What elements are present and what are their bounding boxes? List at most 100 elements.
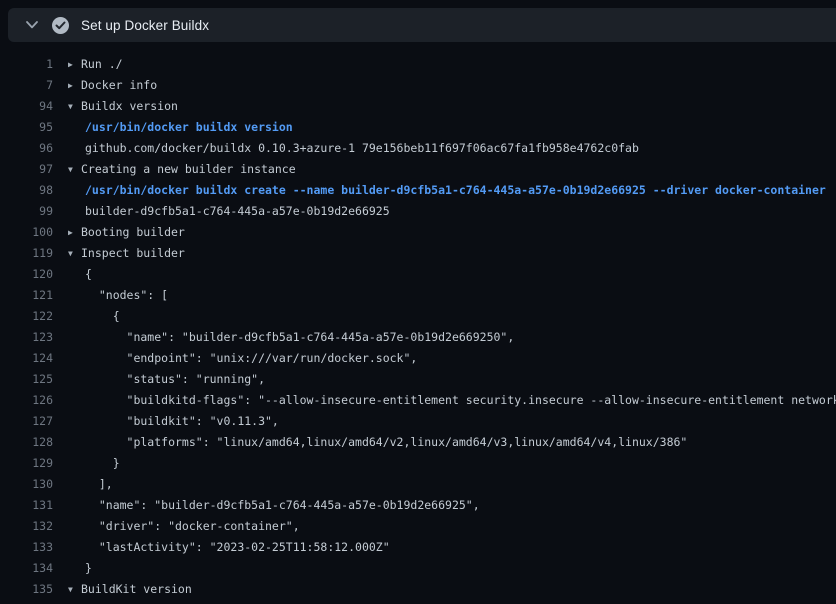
log-line: 121 "nodes": [ (0, 285, 836, 306)
triangle-down-icon: ▼ (68, 159, 81, 180)
log-line-content: "buildkitd-flags": "--allow-insecure-ent… (68, 390, 836, 411)
line-number[interactable]: 121 (0, 285, 53, 306)
line-text: "endpoint": "unix:///var/run/docker.sock… (68, 348, 417, 369)
log-line: 133 "lastActivity": "2023-02-25T11:58:12… (0, 537, 836, 558)
log-group-toggle[interactable]: ▶Booting builder (68, 222, 836, 243)
log-group-toggle[interactable]: ▼Buildx version (68, 96, 836, 117)
log-group-toggle[interactable]: ▶Docker info (68, 75, 836, 96)
log-line: 136 builder-d9cfb5a1-c764-445a-a57e-0b19d… (0, 600, 836, 604)
line-number[interactable]: 129 (0, 453, 53, 474)
line-text: "driver": "docker-container", (68, 516, 300, 537)
log-group-toggle[interactable]: ▼BuildKit version (68, 579, 836, 600)
triangle-down-icon: ▼ (68, 579, 81, 600)
log-line: 127 "buildkit": "v0.11.3", (0, 411, 836, 432)
log-line: 131 "name": "builder-d9cfb5a1-c764-445a-… (0, 495, 836, 516)
line-text: Creating a new builder instance (81, 162, 296, 176)
line-number[interactable]: 1 (0, 54, 53, 75)
log-lines: 1▶Run ./7▶Docker info94▼Buildx version95… (0, 42, 836, 604)
line-text: Docker info (81, 78, 157, 92)
triangle-down-icon: ▼ (68, 243, 81, 264)
log-line: 126 "buildkitd-flags": "--allow-insecure… (0, 390, 836, 411)
line-text: builder-d9cfb5a1-c764-445a-a57e-0b19d2e6… (68, 201, 390, 222)
log-line: 132 "driver": "docker-container", (0, 516, 836, 537)
line-text: ], (68, 474, 113, 495)
line-number[interactable]: 99 (0, 201, 53, 222)
line-number[interactable]: 126 (0, 390, 53, 411)
log-line: 128 "platforms": "linux/amd64,linux/amd6… (0, 432, 836, 453)
line-number[interactable]: 125 (0, 369, 53, 390)
line-text: } (68, 453, 120, 474)
line-text: "name": "builder-d9cfb5a1-c764-445a-a57e… (68, 327, 514, 348)
log-group-toggle[interactable]: ▼Creating a new builder instance (68, 159, 836, 180)
log-line: 124 "endpoint": "unix:///var/run/docker.… (0, 348, 836, 369)
line-number[interactable]: 98 (0, 180, 53, 201)
log-line: 98/usr/bin/docker buildx create --name b… (0, 180, 836, 201)
log-line-content: "status": "running", (68, 369, 836, 390)
log-line-content: "platforms": "linux/amd64,linux/amd64/v2… (68, 432, 836, 453)
line-number[interactable]: 132 (0, 516, 53, 537)
log-line: 94 ▼Buildx version (0, 96, 836, 117)
log-line-content: "nodes": [ (68, 285, 836, 306)
log-line-content: ], (68, 474, 836, 495)
triangle-down-icon: ▼ (68, 96, 81, 117)
line-number[interactable]: 123 (0, 327, 53, 348)
line-text: /usr/bin/docker buildx create --name bui… (68, 180, 826, 201)
line-number[interactable]: 97 (0, 159, 53, 180)
log-line: 135 ▼BuildKit version (0, 579, 836, 600)
line-text: "nodes": [ (68, 285, 168, 306)
log-line: 120 { (0, 264, 836, 285)
line-text: "lastActivity": "2023-02-25T11:58:12.000… (68, 537, 390, 558)
line-number[interactable]: 131 (0, 495, 53, 516)
line-text: Buildx version (81, 99, 178, 113)
log-line-content: "endpoint": "unix:///var/run/docker.sock… (68, 348, 836, 369)
log-line: 134} (0, 558, 836, 579)
log-line: 1 ▶Run ./ (0, 54, 836, 75)
line-text: } (68, 558, 92, 579)
line-number[interactable]: 133 (0, 537, 53, 558)
line-number[interactable]: 120 (0, 264, 53, 285)
chevron-down-icon[interactable] (18, 21, 46, 29)
log-group-toggle[interactable]: ▼Inspect builder (68, 243, 836, 264)
log-line-content: "driver": "docker-container", (68, 516, 836, 537)
step-header[interactable]: Set up Docker Buildx (8, 8, 836, 42)
log-line: 122 { (0, 306, 836, 327)
log-line: 96 github.com/docker/buildx 0.10.3+azure-… (0, 138, 836, 159)
log-line: 123 "name": "builder-d9cfb5a1-c764-445a-… (0, 327, 836, 348)
line-number[interactable]: 119 (0, 243, 53, 264)
line-text: "status": "running", (68, 369, 265, 390)
log-line-content: /usr/bin/docker buildx version (68, 117, 836, 138)
line-number[interactable]: 7 (0, 75, 53, 96)
log-line: 129 } (0, 453, 836, 474)
triangle-right-icon: ▶ (68, 54, 81, 75)
line-text: Booting builder (81, 225, 185, 239)
line-number[interactable]: 127 (0, 411, 53, 432)
check-circle-icon (52, 17, 69, 34)
line-number[interactable]: 134 (0, 558, 53, 579)
line-number[interactable]: 124 (0, 348, 53, 369)
line-number[interactable]: 96 (0, 138, 53, 159)
log-line-content: "name": "builder-d9cfb5a1-c764-445a-a57e… (68, 327, 836, 348)
log-line: 95/usr/bin/docker buildx version (0, 117, 836, 138)
line-number[interactable]: 135 (0, 579, 53, 600)
line-number[interactable]: 128 (0, 432, 53, 453)
log-line: 100 ▶Booting builder (0, 222, 836, 243)
line-text: "name": "builder-d9cfb5a1-c764-445a-a57e… (68, 495, 480, 516)
line-number[interactable]: 94 (0, 96, 53, 117)
line-number[interactable]: 95 (0, 117, 53, 138)
log-line: 125 "status": "running", (0, 369, 836, 390)
log-line-content: "buildkit": "v0.11.3", (68, 411, 836, 432)
line-number[interactable]: 136 (0, 600, 53, 604)
log-line-content: /usr/bin/docker buildx create --name bui… (68, 180, 836, 201)
log-line-content: github.com/docker/buildx 0.10.3+azure-1 … (68, 138, 836, 159)
line-number[interactable]: 122 (0, 306, 53, 327)
line-text: "buildkit": "v0.11.3", (68, 411, 279, 432)
log-line: 130 ], (0, 474, 836, 495)
line-text: builder-d9cfb5a1-c764-445a-a57e-0b19d2e6… (68, 600, 459, 604)
line-number[interactable]: 100 (0, 222, 53, 243)
line-number[interactable]: 130 (0, 474, 53, 495)
log-line-content: builder-d9cfb5a1-c764-445a-a57e-0b19d2e6… (68, 600, 836, 604)
line-text: Run ./ (81, 57, 123, 71)
line-text: { (68, 264, 92, 285)
log-group-toggle[interactable]: ▶Run ./ (68, 54, 836, 75)
triangle-right-icon: ▶ (68, 75, 81, 96)
